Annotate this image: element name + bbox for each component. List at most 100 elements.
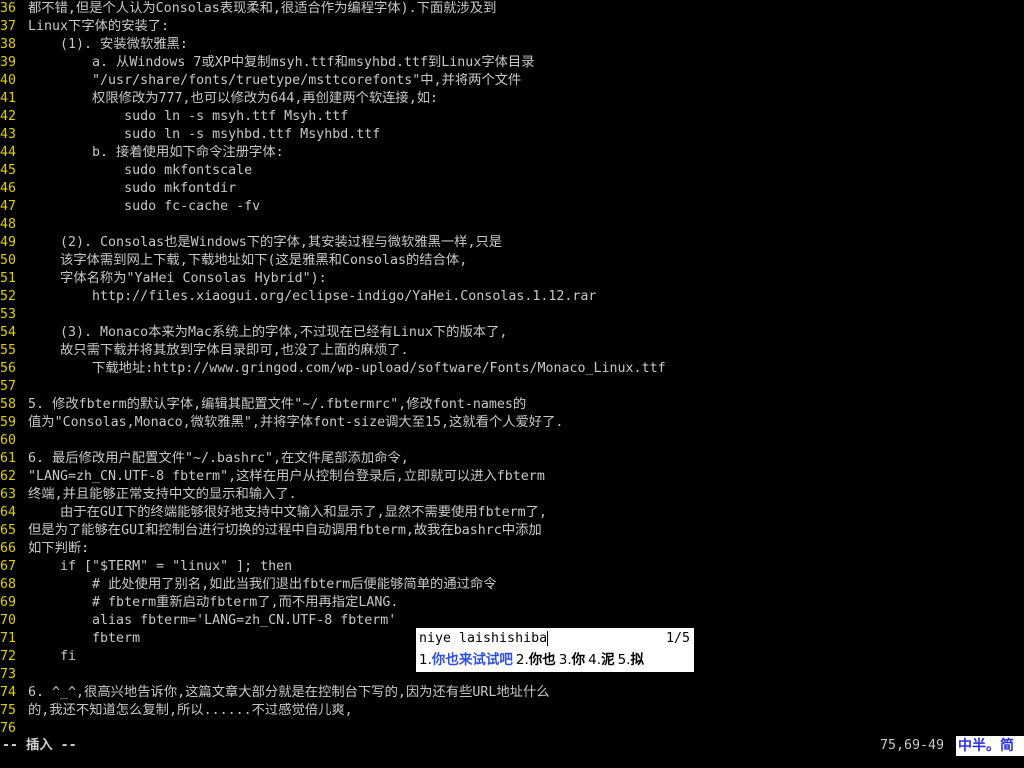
- line-number: 53: [0, 307, 17, 322]
- editor-line[interactable]: 69 # fbterm重新启动fbterm了,而不用再指定LANG.: [0, 594, 1024, 612]
- editor-line[interactable]: 62 "LANG=zh_CN.UTF-8 fbterm",这样在用户从控制台登录后…: [0, 468, 1024, 486]
- line-number: 55: [0, 343, 17, 358]
- ime-candidate[interactable]: 5.拟: [618, 650, 644, 670]
- editor-line[interactable]: 43 sudo ln -s msyhbd.ttf Msyhbd.ttf: [0, 126, 1024, 144]
- line-text: 字体名称为"YaHei Consolas Hybrid"):: [28, 271, 327, 286]
- ime-candidate-word: 泥: [601, 652, 615, 668]
- editor-line[interactable]: 48: [0, 216, 1024, 234]
- ime-candidate-number: 5.: [617, 652, 631, 668]
- line-number: 41: [0, 91, 17, 106]
- status-bar: -- 插入 -- 75,69-49 中半。简: [0, 736, 1024, 756]
- ime-candidate[interactable]: 3.你: [559, 650, 585, 670]
- line-text: sudo ln -s msyhbd.ttf Msyhbd.ttf: [28, 127, 381, 142]
- line-number: 72: [0, 649, 17, 664]
- line-text: 值为"Consolas,Monaco,微软雅黑",并将字体font-size调大…: [28, 415, 564, 430]
- editor-line[interactable]: 63 终端,并且能够正常支持中文的显示和输入了.: [0, 486, 1024, 504]
- line-text: sudo fc-cache -fv: [28, 199, 261, 214]
- editor-line[interactable]: 74 6. ^_^,很高兴地告诉你,这篇文章大部分就是在控制台下写的,因为还有些U…: [0, 684, 1024, 702]
- editor-line[interactable]: 47 sudo fc-cache -fv: [0, 198, 1024, 216]
- line-text: 权限修改为777,也可以修改为644,再创建两个软连接,如:: [28, 91, 439, 106]
- ime-candidate[interactable]: 1.你也来试试吧: [419, 650, 513, 670]
- editor-line[interactable]: 37 Linux下字体的安装了:: [0, 18, 1024, 36]
- editor-line[interactable]: 75 的,我还不知道怎么复制,所以......不过感觉倍儿爽,: [0, 702, 1024, 720]
- line-number: 50: [0, 253, 17, 268]
- editor-line[interactable]: 64 由于在GUI下的终端能够很好地支持中文输入和显示了,显然不需要使用fbte…: [0, 504, 1024, 522]
- editor-line[interactable]: 61 6. 最后修改用户配置文件"~/.bashrc",在文件尾部添加命令,: [0, 450, 1024, 468]
- editor-line[interactable]: 52 http://files.xiaogui.org/eclipse-indi…: [0, 288, 1024, 306]
- editor-line[interactable]: 67 if ["$TERM" = "linux" ]; then: [0, 558, 1024, 576]
- line-number: 73: [0, 667, 17, 682]
- editor-line[interactable]: 49 (2). Consolas也是Windows下的字体,其安装过程与微软雅黑…: [0, 234, 1024, 252]
- line-text: 该字体需到网上下载,下载地址如下(这是雅黑和Consolas的结合体,: [28, 253, 468, 268]
- line-number: 54: [0, 325, 17, 340]
- ime-candidate-word: 你也来试试吧: [431, 652, 513, 668]
- line-text: "LANG=zh_CN.UTF-8 fbterm",这样在用户从控制台登录后,立…: [28, 469, 545, 484]
- editor-line[interactable]: 38 (1). 安装微软雅黑:: [0, 36, 1024, 54]
- ime-candidate-word: 你: [571, 652, 586, 668]
- line-number: 48: [0, 217, 17, 232]
- editor-line[interactable]: 56 下载地址:http://www.gringod.com/wp-upload…: [0, 360, 1024, 378]
- editor-line[interactable]: 65 但是为了能够在GUI和控制台进行切换的过程中自动调用fbterm,故我在ba…: [0, 522, 1024, 540]
- line-text: 都不错,但是个人认为Consolas表现柔和,很适合作为编程字体).下面就涉及到: [28, 1, 497, 16]
- ime-status-indicator[interactable]: 中半。简: [956, 736, 1024, 756]
- line-number: 58: [0, 397, 17, 412]
- editor-line[interactable]: 66 如下判断:: [0, 540, 1024, 558]
- line-text: 但是为了能够在GUI和控制台进行切换的过程中自动调用fbterm,故我在bash…: [28, 523, 542, 538]
- line-text: 6. 最后修改用户配置文件"~/.bashrc",在文件尾部添加命令,: [28, 451, 409, 466]
- ime-candidate-window[interactable]: niye laishishiba 1/5 1.你也来试试吧 2.你也 3.你 4.泥 5…: [416, 628, 694, 672]
- ime-candidate-number: 1.: [419, 652, 432, 668]
- line-number: 61: [0, 451, 17, 466]
- ime-candidate-number: 4.: [588, 652, 602, 668]
- editor-line[interactable]: 41 权限修改为777,也可以修改为644,再创建两个软连接,如:: [0, 90, 1024, 108]
- editor-line[interactable]: 39 a. 从Windows 7或XP中复制msyh.ttf和msyhbd.tt…: [0, 54, 1024, 72]
- editor-line[interactable]: 42 sudo ln -s msyh.ttf Msyh.ttf: [0, 108, 1024, 126]
- editor-line[interactable]: 57: [0, 378, 1024, 396]
- ime-page-indicator: 1/5: [665, 631, 690, 646]
- line-number: 71: [0, 631, 17, 646]
- line-number: 42: [0, 109, 17, 124]
- editor-line[interactable]: 55 故只需下载并将其放到字体目录即可,也没了上面的麻烦了.: [0, 342, 1024, 360]
- editor-line[interactable]: 51 字体名称为"YaHei Consolas Hybrid"):: [0, 270, 1024, 288]
- cursor-position: 75,69-49: [880, 738, 945, 753]
- line-number: 47: [0, 199, 17, 214]
- editor-line[interactable]: 45 sudo mkfontscale: [0, 162, 1024, 180]
- editor-line[interactable]: 54 (3). Monaco本来为Mac系统上的字体,不过现在已经有Linux下…: [0, 324, 1024, 342]
- editor-line[interactable]: 46 sudo mkfontdir: [0, 180, 1024, 198]
- line-text: 6. ^_^,很高兴地告诉你,这篇文章大部分就是在控制台下写的,因为还有些URL…: [28, 685, 550, 700]
- line-text: http://files.xiaogui.org/eclipse-indigo/…: [28, 289, 597, 304]
- line-number: 40: [0, 73, 17, 88]
- line-number: 65: [0, 523, 17, 538]
- line-number: 70: [0, 613, 17, 628]
- ime-candidate-number: 3.: [558, 652, 572, 668]
- ime-preedit-text: niye laishishiba: [419, 631, 548, 646]
- line-text: if ["$TERM" = "linux" ]; then: [28, 559, 293, 574]
- ime-candidate[interactable]: 2.你也: [516, 650, 556, 670]
- line-number: 57: [0, 379, 17, 394]
- line-text: # 此处使用了别名,如此当我们退出fbterm后便能够简单的通过命令: [28, 577, 497, 592]
- editor-line[interactable]: 44 b. 接着使用如下命令注册字体:: [0, 144, 1024, 162]
- editor-line[interactable]: 40 "/usr/share/fonts/truetype/msttcorefo…: [0, 72, 1024, 90]
- ime-candidate-number: 2.: [515, 652, 529, 668]
- line-text: sudo mkfontdir: [28, 181, 237, 196]
- line-number: 38: [0, 37, 17, 52]
- editor-line[interactable]: 53: [0, 306, 1024, 324]
- editor-line[interactable]: 68 # 此处使用了别名,如此当我们退出fbterm后便能够简单的通过命令: [0, 576, 1024, 594]
- ime-candidate-word: 你也: [528, 652, 556, 668]
- line-text: 下载地址:http://www.gringod.com/wp-upload/so…: [28, 361, 666, 376]
- editor-line[interactable]: 60: [0, 432, 1024, 450]
- line-number: 59: [0, 415, 17, 430]
- line-text: 如下判断:: [28, 541, 90, 556]
- editor-line[interactable]: 36 都不错,但是个人认为Consolas表现柔和,很适合作为编程字体).下面就涉…: [0, 0, 1024, 18]
- ime-candidate[interactable]: 4.泥: [588, 650, 614, 670]
- line-number: 45: [0, 163, 17, 178]
- line-text: sudo ln -s msyh.ttf Msyh.ttf: [28, 109, 349, 124]
- line-text: 终端,并且能够正常支持中文的显示和输入了.: [28, 487, 297, 502]
- editor-line[interactable]: 50 该字体需到网上下载,下载地址如下(这是雅黑和Consolas的结合体,: [0, 252, 1024, 270]
- editor-line[interactable]: 59 值为"Consolas,Monaco,微软雅黑",并将字体font-size…: [0, 414, 1024, 432]
- editor-line[interactable]: 58 5. 修改fbterm的默认字体,编辑其配置文件"~/.fbtermrc",…: [0, 396, 1024, 414]
- line-number: 68: [0, 577, 17, 592]
- line-number: 52: [0, 289, 17, 304]
- line-number: 46: [0, 181, 17, 196]
- line-text: 的,我还不知道怎么复制,所以......不过感觉倍儿爽,: [28, 703, 353, 718]
- line-number: 43: [0, 127, 17, 142]
